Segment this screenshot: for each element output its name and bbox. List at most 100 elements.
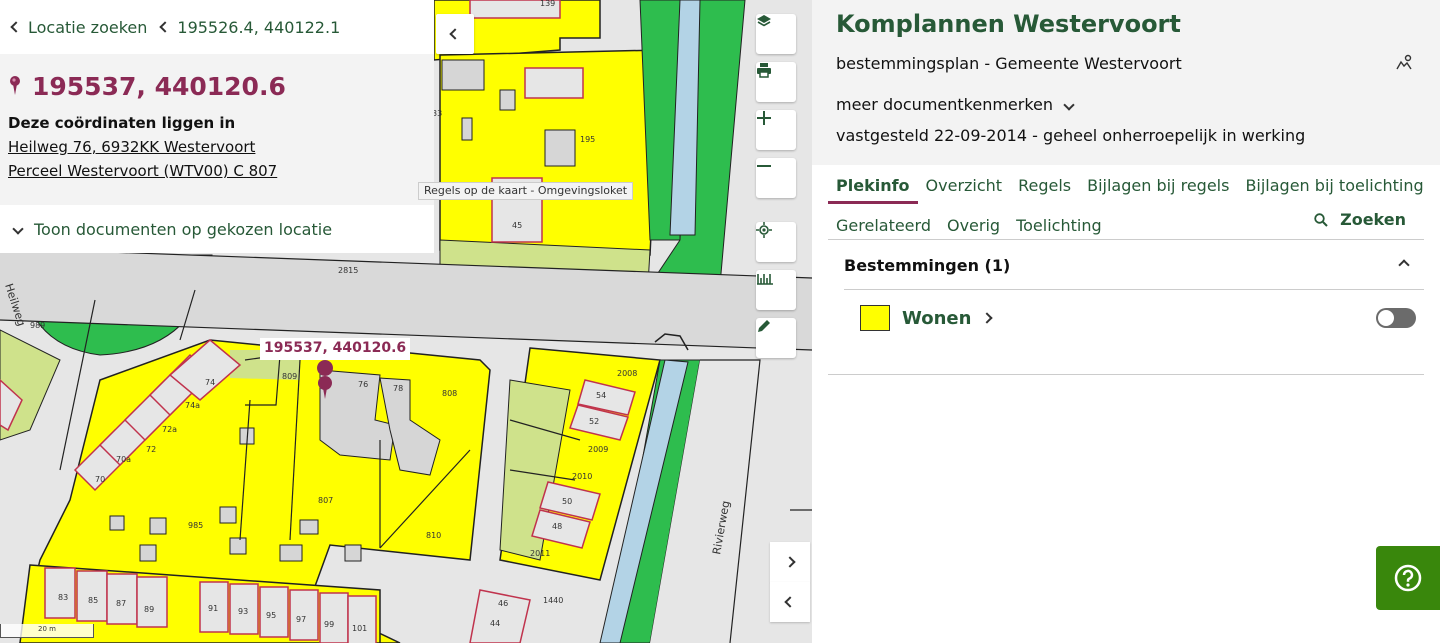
zoom-out-icon xyxy=(757,165,771,167)
plan-header: Komplannen Westervoort bestemmingsplan -… xyxy=(812,0,1440,165)
locate-button[interactable] xyxy=(756,222,796,262)
coordinate-info: 195537, 440120.6 Deze coördinaten liggen… xyxy=(0,54,434,205)
chevron-right-icon xyxy=(784,556,796,568)
tab-bar-2: Gerelateerd Overig Toelichting xyxy=(828,208,1110,241)
svg-text:810: 810 xyxy=(426,531,441,540)
tab-toelichting[interactable]: Toelichting xyxy=(1008,208,1110,241)
tab-overig[interactable]: Overig xyxy=(939,208,1008,241)
show-documents-toggle[interactable]: Toon documenten op gekozen locatie xyxy=(0,205,434,253)
breadcrumb-coordinates[interactable]: 195526.4, 440122.1 xyxy=(159,17,341,37)
location-panel: Locatie zoeken 195526.4, 440122.1 195537… xyxy=(0,0,434,253)
measure-button[interactable] xyxy=(756,270,796,310)
svg-text:91: 91 xyxy=(208,604,218,613)
divider xyxy=(828,374,1424,375)
scale-bar: 20 m xyxy=(0,624,94,638)
tab-bijlagen-regels[interactable]: Bijlagen bij regels xyxy=(1079,168,1237,204)
svg-text:2008: 2008 xyxy=(617,369,637,378)
search-button[interactable]: Zoeken xyxy=(1314,210,1406,229)
chevron-left-icon xyxy=(159,21,172,33)
svg-text:139: 139 xyxy=(540,0,555,8)
next-button[interactable] xyxy=(770,542,810,582)
svg-text:74: 74 xyxy=(205,378,215,387)
svg-text:809: 809 xyxy=(282,372,297,381)
breadcrumb-locatie-zoeken[interactable]: Locatie zoeken xyxy=(10,17,148,37)
svg-text:44: 44 xyxy=(490,619,500,628)
draw-button[interactable] xyxy=(756,318,796,358)
compare-icon[interactable] xyxy=(1396,54,1412,70)
bestemmingen-header[interactable]: Bestemmingen (1) xyxy=(828,242,1424,288)
parcel-link[interactable]: Perceel Westervoort (WTV00) C 807 xyxy=(8,162,426,180)
svg-text:93: 93 xyxy=(238,607,248,616)
svg-text:54: 54 xyxy=(596,391,606,400)
breadcrumb: Locatie zoeken 195526.4, 440122.1 xyxy=(0,0,434,54)
plan-title: Komplannen Westervoort xyxy=(836,10,1181,38)
zoom-out-button[interactable] xyxy=(756,158,796,198)
help-button[interactable] xyxy=(1376,546,1440,610)
toggle-knob xyxy=(1378,310,1394,326)
svg-text:83: 83 xyxy=(58,593,68,602)
svg-text:808: 808 xyxy=(442,389,457,398)
svg-text:195: 195 xyxy=(580,135,595,144)
svg-text:50: 50 xyxy=(562,497,572,506)
svg-text:74a: 74a xyxy=(185,401,200,410)
coordinate-value: 195537, 440120.6 xyxy=(32,71,286,101)
chevron-down-icon xyxy=(12,223,24,235)
divider xyxy=(844,289,1424,290)
svg-text:1440: 1440 xyxy=(543,596,563,605)
svg-text:72a: 72a xyxy=(162,425,177,434)
measure-icon xyxy=(757,274,773,285)
svg-text:78: 78 xyxy=(393,384,403,393)
svg-text:45: 45 xyxy=(512,221,522,230)
tab-bijlagen-toelichting[interactable]: Bijlagen bij toelichting xyxy=(1237,168,1431,204)
collapse-panel-button[interactable] xyxy=(436,14,474,54)
svg-text:87: 87 xyxy=(116,599,126,608)
tab-regels[interactable]: Regels xyxy=(1010,168,1079,204)
search-icon xyxy=(1314,212,1328,227)
svg-text:989: 989 xyxy=(30,321,45,330)
svg-text:2009: 2009 xyxy=(588,445,608,454)
svg-text:97: 97 xyxy=(296,615,306,624)
svg-text:985: 985 xyxy=(188,521,203,530)
svg-text:2011: 2011 xyxy=(530,549,550,558)
tab-plekinfo[interactable]: Plekinfo xyxy=(828,168,918,204)
svg-text:72: 72 xyxy=(146,445,156,454)
svg-text:2010: 2010 xyxy=(572,472,592,481)
zoom-in-button[interactable] xyxy=(756,110,796,150)
more-characteristics-toggle[interactable]: meer documentkenmerken xyxy=(836,95,1416,114)
svg-text:70a: 70a xyxy=(116,455,131,464)
layer-toggle[interactable] xyxy=(1376,308,1416,328)
svg-text:52: 52 xyxy=(589,417,599,426)
address-link[interactable]: Heilweg 76, 6932KK Westervoort xyxy=(8,138,426,156)
chevron-left-icon xyxy=(10,21,22,33)
tab-gerelateerd[interactable]: Gerelateerd xyxy=(828,208,939,241)
previous-button[interactable] xyxy=(770,582,810,622)
zoom-in-icon xyxy=(757,111,771,125)
map-canvas[interactable]: Heilweg Rivierweg 139 195 45 2815 989 80… xyxy=(0,0,812,643)
help-icon xyxy=(1394,564,1422,592)
locate-icon xyxy=(756,222,772,238)
show-documents-label: Toon documenten op gekozen locatie xyxy=(34,219,333,239)
chevron-left-icon xyxy=(784,596,796,608)
plan-subtitle: bestemmingsplan - Gemeente Westervoort xyxy=(836,54,1182,73)
breadcrumb-label: Locatie zoeken xyxy=(28,17,148,37)
layers-icon xyxy=(757,15,771,27)
layers-button[interactable] xyxy=(756,14,796,54)
chevron-up-icon xyxy=(1398,259,1410,271)
search-label: Zoeken xyxy=(1340,210,1406,229)
svg-text:807: 807 xyxy=(318,496,333,505)
print-icon xyxy=(757,63,771,78)
breadcrumb-label: 195526.4, 440122.1 xyxy=(177,17,341,37)
chevron-down-icon xyxy=(1063,98,1075,111)
chevron-right-icon xyxy=(981,312,994,324)
color-swatch xyxy=(860,305,890,331)
tab-bar: Plekinfo Overzicht Regels Bijlagen bij r… xyxy=(828,168,1432,204)
tab-overzicht[interactable]: Overzicht xyxy=(918,168,1011,204)
map-tooltip: Regels op de kaart - Omgevingsloket xyxy=(418,182,634,200)
bestemming-link[interactable]: Wonen xyxy=(902,308,971,329)
print-button[interactable] xyxy=(756,62,796,102)
svg-text:85: 85 xyxy=(88,596,98,605)
marker-label: 195537, 440120.6 xyxy=(260,338,411,360)
svg-text:2815: 2815 xyxy=(338,266,358,275)
svg-text:99: 99 xyxy=(324,620,334,629)
svg-text:76: 76 xyxy=(358,380,368,389)
